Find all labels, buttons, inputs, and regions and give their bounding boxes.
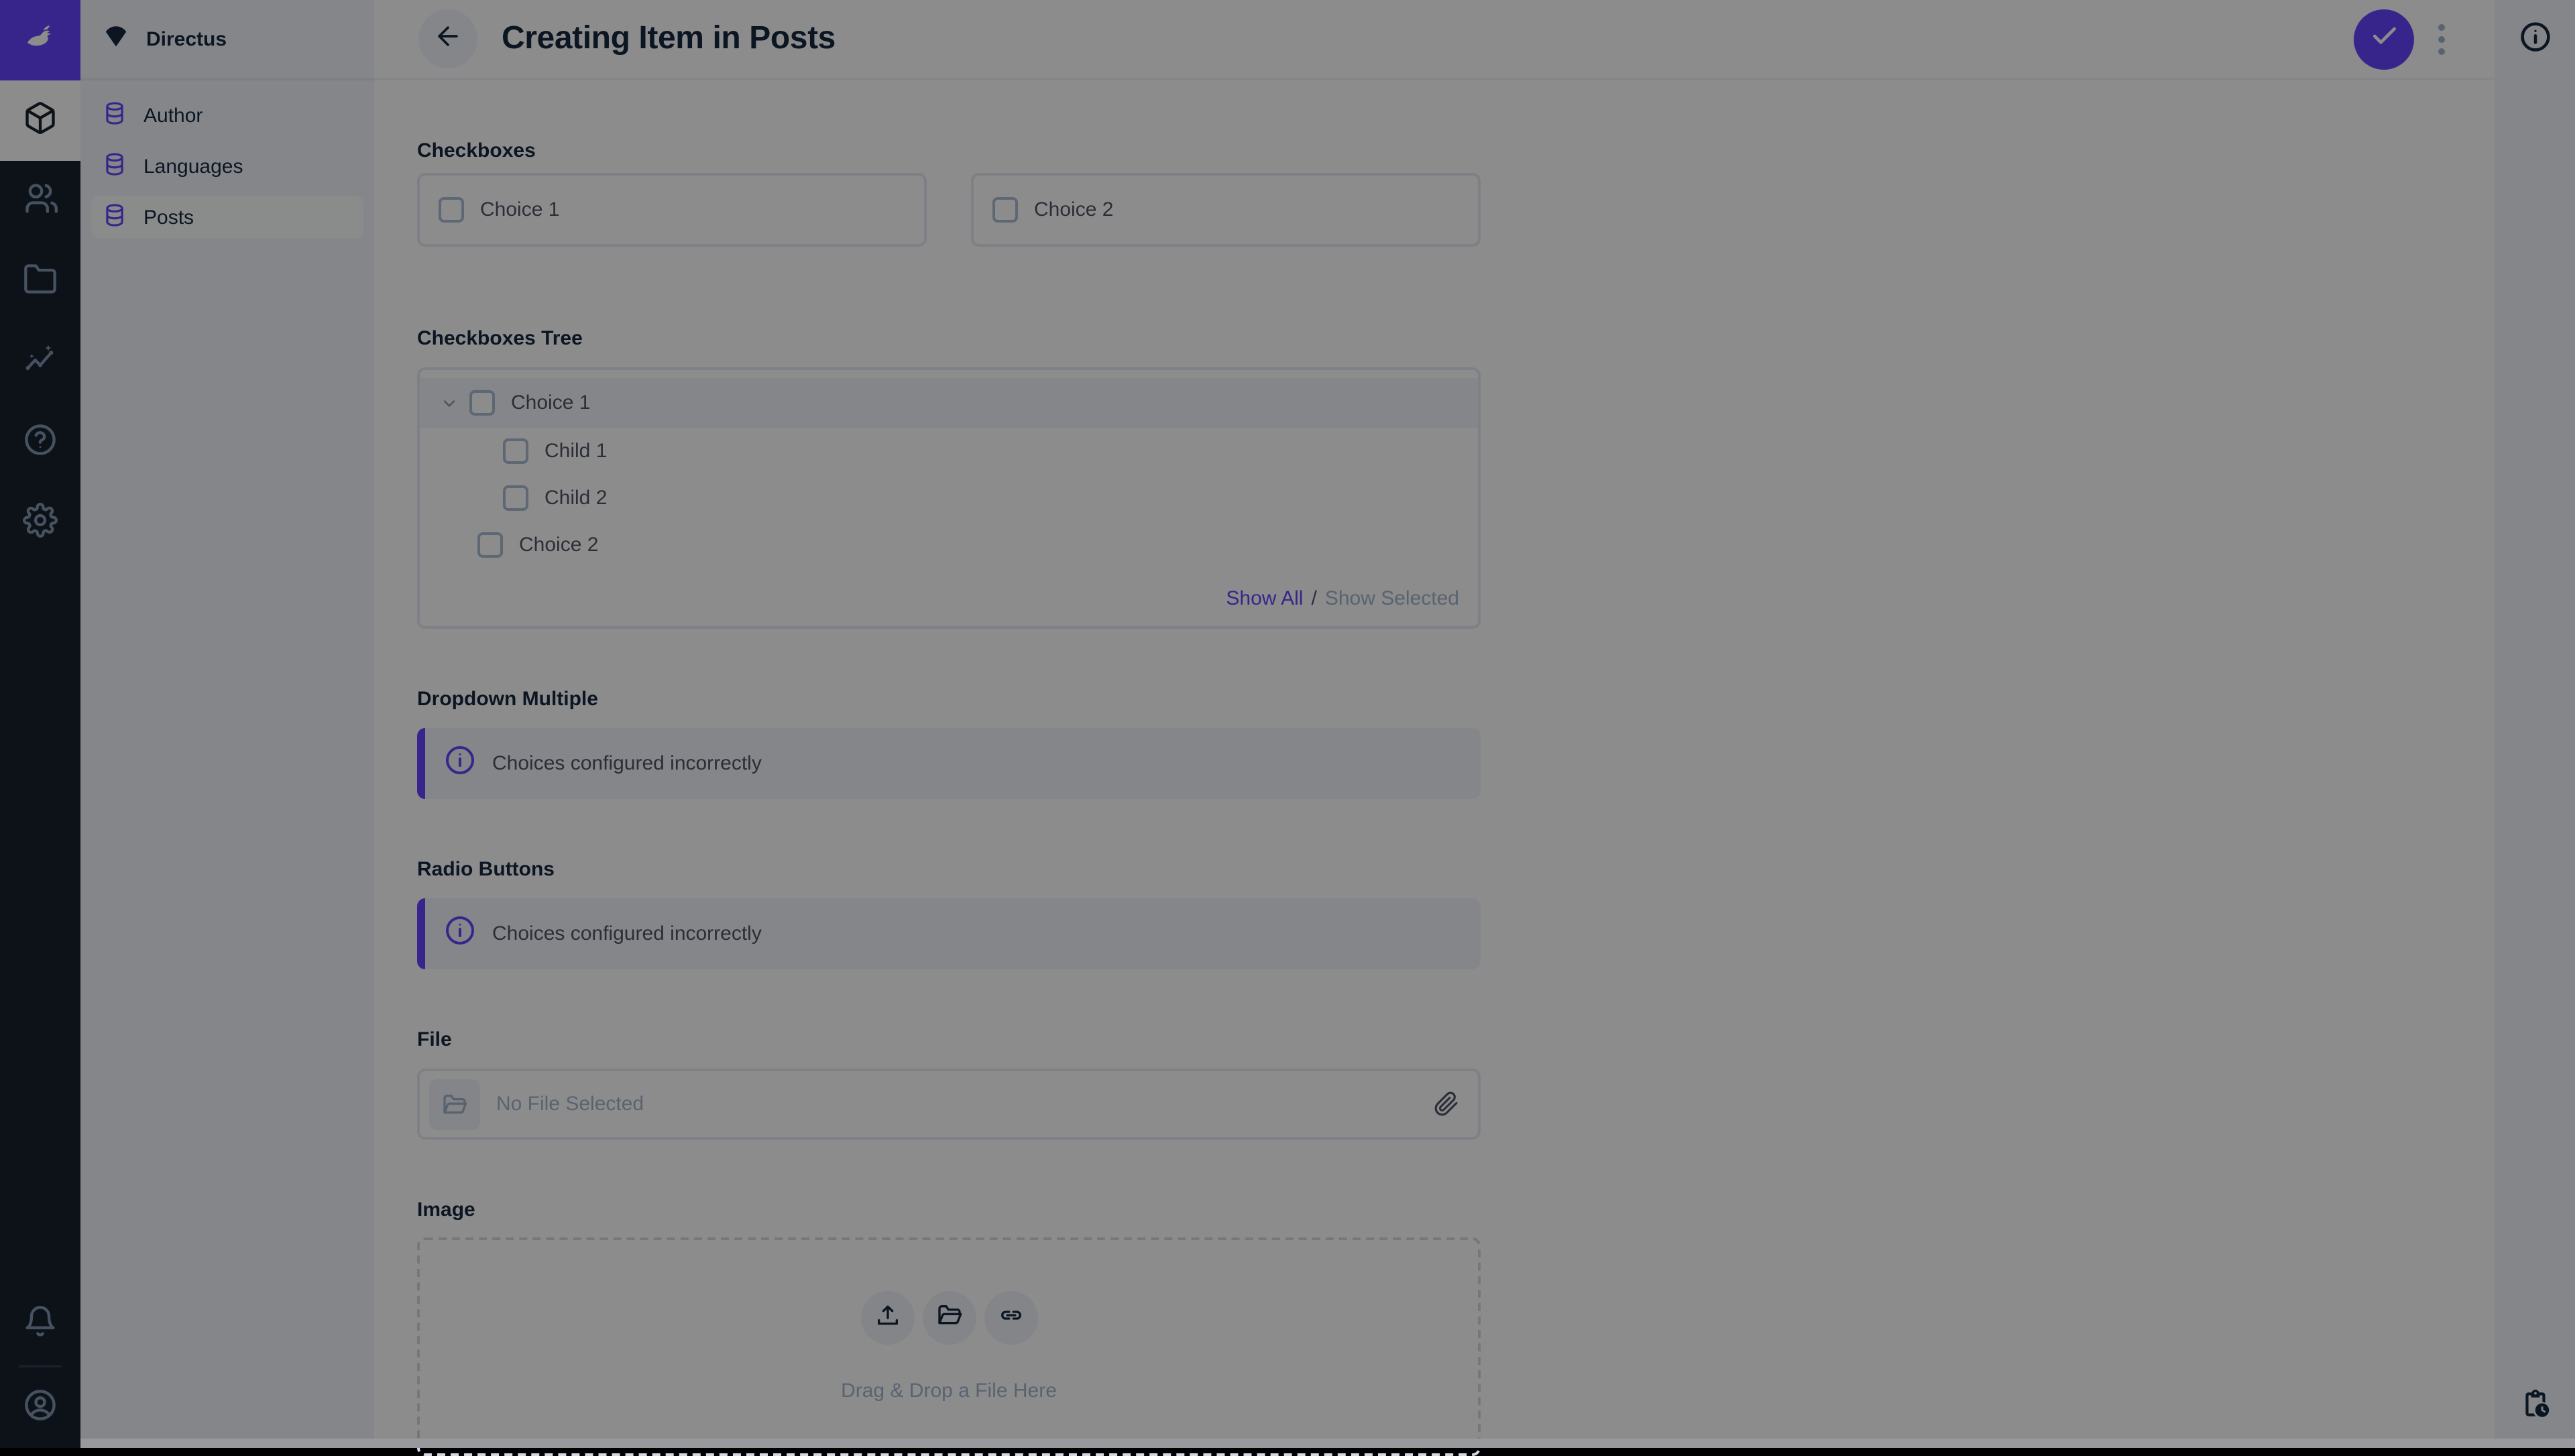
right-sidebar <box>2495 0 2575 1448</box>
checkbox-label: Choice 1 <box>480 198 559 221</box>
sidebar-item-label: Author <box>144 104 203 127</box>
dropdown-multiple-notice: Choices configured incorrectly <box>417 728 1481 799</box>
module-files-button[interactable] <box>0 241 80 322</box>
clipboard-clock-icon <box>2518 1388 2552 1428</box>
notifications-button[interactable] <box>0 1284 80 1365</box>
folder-icon <box>23 261 58 302</box>
file-placeholder: No File Selected <box>496 1093 1434 1115</box>
main-area: Creating Item in Posts Checkboxes Choice… <box>374 0 2495 1448</box>
file-label: File <box>417 1028 1481 1051</box>
module-settings-button[interactable] <box>0 483 80 563</box>
image-dropzone[interactable]: Drag & Drop a File Here <box>417 1237 1481 1456</box>
tree-row-child-2[interactable]: Child 2 <box>420 475 1478 522</box>
radio-buttons-label: Radio Buttons <box>417 858 1481 881</box>
bell-icon <box>23 1304 58 1345</box>
dropzone-text: Drag & Drop a File Here <box>841 1380 1057 1402</box>
arrow-left-icon <box>433 21 463 57</box>
notice-text: Choices configured incorrectly <box>492 752 762 775</box>
checkbox[interactable] <box>503 438 528 464</box>
tree-row-child-1[interactable]: Child 1 <box>420 428 1478 475</box>
folder-open-icon <box>935 1301 962 1335</box>
tree-row-label: Choice 2 <box>519 534 598 556</box>
checkbox-option-choice-2[interactable]: Choice 2 <box>971 173 1481 247</box>
fan-icon <box>102 21 130 56</box>
module-insights-button[interactable] <box>0 322 80 402</box>
info-circle-icon <box>444 914 476 953</box>
tree-footer: Show All / Show Selected <box>420 568 1478 610</box>
page-header: Creating Item in Posts <box>374 0 2495 80</box>
sidebar-item-author[interactable]: Author <box>91 94 363 137</box>
info-sidebar-button[interactable] <box>2518 0 2552 80</box>
navigation-sidebar: Directus Author Languages Posts <box>80 0 374 1448</box>
section-checkboxes: Checkboxes Choice 1 Choice 2 <box>401 131 1498 268</box>
module-users-button[interactable] <box>0 161 80 241</box>
checkboxes-tree-label: Checkboxes Tree <box>417 327 1481 350</box>
module-bar-spacer <box>0 563 80 1284</box>
tree-row-choice-1[interactable]: Choice 1 <box>420 378 1478 428</box>
checkbox[interactable] <box>992 197 1018 223</box>
checkbox[interactable] <box>477 532 503 558</box>
checkboxes-label: Checkboxes <box>417 139 1481 162</box>
directus-logo-button[interactable] <box>0 0 80 80</box>
folder-open-icon[interactable] <box>429 1079 480 1130</box>
sidebar-item-posts[interactable]: Posts <box>91 196 363 239</box>
checkboxes-tree: Choice 1 Child 1 Child 2 Choice 2 <box>417 367 1481 629</box>
checkbox[interactable] <box>503 485 528 511</box>
checkbox-option-choice-1[interactable]: Choice 1 <box>417 173 927 247</box>
radio-buttons-notice: Choices configured incorrectly <box>417 898 1481 969</box>
info-circle-icon <box>444 744 476 783</box>
paperclip-icon[interactable] <box>1434 1091 1459 1117</box>
module-content-button[interactable] <box>0 80 80 161</box>
tree-row-label: Child 2 <box>545 487 607 509</box>
save-button[interactable] <box>2354 9 2414 69</box>
checkbox[interactable] <box>439 197 464 223</box>
sidebar-item-label: Posts <box>144 206 194 229</box>
back-button[interactable] <box>418 9 477 68</box>
project-header[interactable]: Directus <box>80 0 374 80</box>
collections-nav: Author Languages Posts <box>80 80 374 252</box>
notice-text: Choices configured incorrectly <box>492 922 762 945</box>
database-icon <box>102 151 127 182</box>
box-icon <box>23 100 58 141</box>
tree-row-label: Choice 1 <box>511 391 590 414</box>
check-icon <box>2369 21 2399 57</box>
upload-icon <box>874 1301 901 1335</box>
project-name: Directus <box>146 27 227 50</box>
file-input[interactable]: No File Selected <box>417 1069 1481 1140</box>
checkbox[interactable] <box>469 390 495 416</box>
browse-files-button[interactable] <box>922 1291 976 1345</box>
show-selected-link[interactable]: Show Selected <box>1325 587 1459 610</box>
database-icon <box>102 100 127 131</box>
module-help-button[interactable] <box>0 402 80 483</box>
bottom-scrollbar-track[interactable] <box>80 1439 2575 1448</box>
directus-rabbit-logo-icon <box>23 19 58 61</box>
dropdown-multiple-label: Dropdown Multiple <box>417 688 1481 711</box>
tree-row-choice-2[interactable]: Choice 2 <box>420 522 1478 568</box>
form-content: Checkboxes Choice 1 Choice 2 Checkboxes … <box>374 80 1524 1456</box>
import-url-button[interactable] <box>984 1291 1037 1345</box>
page-title: Creating Item in Posts <box>502 20 836 58</box>
user-circle-icon <box>23 1387 58 1429</box>
account-button[interactable] <box>0 1368 80 1448</box>
gear-icon <box>23 502 58 544</box>
footer-separator: / <box>1312 587 1317 610</box>
upload-button[interactable] <box>860 1291 914 1345</box>
insights-icon <box>23 341 58 383</box>
database-icon <box>102 202 127 233</box>
kebab-menu-icon[interactable] <box>2433 15 2450 62</box>
info-icon <box>2518 20 2552 60</box>
show-all-link[interactable]: Show All <box>1226 587 1303 610</box>
help-icon <box>23 422 58 463</box>
sidebar-item-languages[interactable]: Languages <box>91 145 363 188</box>
chevron-down-icon[interactable] <box>440 393 459 412</box>
checkbox-label: Choice 2 <box>1034 198 1113 221</box>
revisions-sidebar-button[interactable] <box>2518 1368 2552 1448</box>
users-icon <box>23 180 58 222</box>
module-bar <box>0 0 80 1448</box>
link-icon <box>997 1301 1024 1335</box>
app-root: Directus Author Languages Posts <box>0 0 2575 1448</box>
sidebar-item-label: Languages <box>144 155 243 178</box>
tree-row-label: Child 1 <box>545 440 607 463</box>
image-label: Image <box>417 1199 1481 1221</box>
